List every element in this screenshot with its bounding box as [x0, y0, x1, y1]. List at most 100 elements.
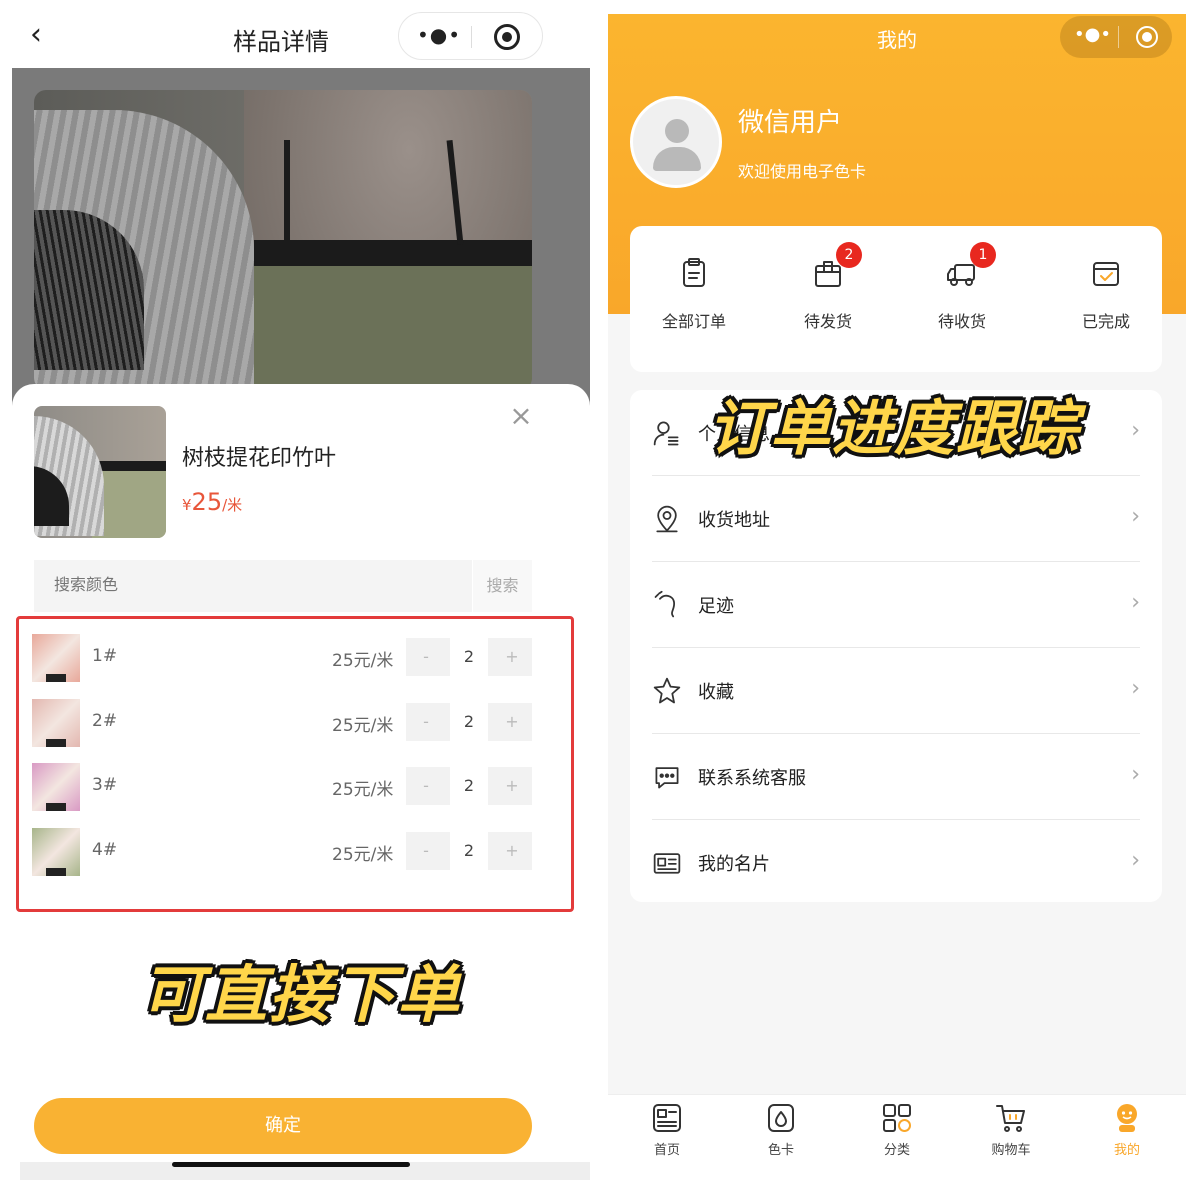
decrease-button[interactable]: - — [406, 832, 446, 870]
location-pin-icon — [652, 504, 682, 534]
truck-icon: 1 — [944, 242, 996, 292]
footprint-icon — [652, 590, 682, 620]
tab-label: 购物车 — [991, 1143, 1031, 1158]
order-status-2[interactable]: 1 待收货 — [912, 242, 1012, 332]
quantity-stepper: -2 + — [406, 831, 532, 870]
count-badge: 2 — [836, 242, 862, 268]
sample-detail-screen: ‹ 样品详情 •●• × 树枝提花印竹叶 ¥25/米 搜索颜色 搜索 1# 25… — [12, 0, 590, 1190]
tab-label: 我的 — [1113, 1143, 1140, 1158]
color-price: 25元/米 — [332, 780, 394, 800]
avatar[interactable] — [630, 96, 722, 188]
package-icon: 2 — [810, 242, 862, 292]
quantity-value[interactable]: 2 — [450, 638, 488, 676]
color-row: 3# 25元/米 -2 + — [32, 761, 542, 813]
product-photo — [34, 90, 532, 390]
order-status-label: 待发货 — [803, 312, 852, 331]
tab-label: 首页 — [653, 1143, 680, 1158]
order-status-1[interactable]: 2 待发货 — [778, 242, 878, 332]
menu-item-label: 足迹 — [698, 596, 734, 617]
miniprogram-capsule: •●• — [1060, 16, 1172, 58]
color-search-bar: 搜索 — [34, 560, 532, 612]
more-icon[interactable]: •●• — [417, 23, 461, 47]
tab-category[interactable]: 分类 — [852, 1101, 942, 1158]
product-name: 树枝提花印竹叶 — [182, 446, 337, 471]
order-status-label: 全部订单 — [661, 312, 726, 331]
decrease-button[interactable]: - — [406, 638, 446, 676]
increase-button[interactable]: + — [492, 832, 532, 870]
product-thumbnail — [34, 406, 166, 538]
order-status-label: 已完成 — [1081, 312, 1130, 331]
color-row: 1# 25元/米 -2 + — [32, 632, 542, 684]
menu-item-label: 收货地址 — [698, 510, 770, 531]
menu-item[interactable]: 联系系统客服 › — [652, 734, 1140, 820]
profile-screen: 我的 •●• 微信用户 欢迎使用电子色卡 全部订单 2 待发货 1 待收货 已完成 个人信… — [608, 14, 1186, 1188]
miniprogram-capsule: •●• — [398, 12, 543, 60]
more-icon[interactable]: •●• — [1074, 24, 1111, 45]
product-price: ¥25/米 — [182, 488, 243, 516]
profile-icon — [1110, 1101, 1144, 1135]
quantity-stepper: -2 + — [406, 638, 532, 676]
welcome-text: 欢迎使用电子色卡 — [738, 162, 867, 181]
color-swatch[interactable] — [32, 763, 80, 811]
chevron-right-icon: › — [1131, 676, 1140, 701]
tab-cart[interactable]: 购物车 — [966, 1101, 1056, 1158]
home-icon — [650, 1101, 684, 1135]
color-swatch[interactable] — [32, 634, 80, 682]
menu-item-label: 收藏 — [698, 682, 734, 703]
promo-caption: 订单进度跟踪 — [708, 394, 1080, 464]
quantity-value[interactable]: 2 — [450, 702, 488, 741]
chevron-right-icon: › — [1131, 762, 1140, 787]
tab-home[interactable]: 首页 — [622, 1101, 712, 1158]
color-swatch[interactable] — [32, 827, 80, 876]
chat-bubble-icon — [652, 762, 682, 792]
tab-label: 分类 — [883, 1143, 910, 1158]
color-price: 25元/米 — [332, 844, 394, 865]
business-card-icon — [652, 848, 682, 878]
decrease-button[interactable]: - — [406, 767, 446, 805]
color-row: 4# 25元/米 -2 + — [32, 826, 542, 878]
tab-profile[interactable]: 我的 — [1082, 1101, 1172, 1158]
menu-item[interactable]: 收藏 › — [652, 648, 1140, 734]
search-button[interactable]: 搜索 — [472, 560, 532, 612]
order-status-0[interactable]: 全部订单 — [644, 256, 744, 332]
order-status-3[interactable]: 已完成 — [1056, 256, 1156, 332]
color-price: 25元/米 — [332, 715, 394, 736]
chevron-right-icon: › — [1131, 590, 1140, 615]
color-label: 3# — [92, 775, 118, 795]
decrease-button[interactable]: - — [406, 703, 446, 741]
menu-item[interactable]: 足迹 › — [652, 562, 1140, 648]
order-status-label: 待收货 — [937, 312, 986, 331]
color-row: 2# 25元/米 -2 + — [32, 697, 542, 749]
close-miniprogram-icon[interactable] — [1136, 26, 1158, 48]
close-miniprogram-icon[interactable] — [494, 24, 520, 50]
order-status-card: 全部订单 2 待发货 1 待收货 已完成 — [630, 226, 1162, 372]
menu-item-label: 我的名片 — [698, 854, 770, 875]
calendar-check-icon — [1088, 256, 1124, 292]
user-list-icon — [652, 418, 682, 448]
count-badge: 1 — [970, 242, 996, 268]
increase-button[interactable]: + — [492, 767, 532, 805]
tab-bar: 首页 色卡 分类 购物车 我的 — [608, 1094, 1186, 1188]
dimmed-backdrop[interactable] — [12, 68, 590, 408]
quantity-stepper: -2 + — [406, 702, 532, 741]
chevron-right-icon: › — [1131, 504, 1140, 529]
menu-item[interactable]: 收货地址 › — [652, 476, 1140, 562]
menu-item-label: 联系系统客服 — [698, 768, 806, 789]
color-price: 25元/米 — [332, 651, 394, 671]
increase-button[interactable]: + — [492, 703, 532, 741]
color-swatch[interactable] — [32, 698, 80, 747]
confirm-button[interactable]: 确定 — [34, 1098, 532, 1154]
chevron-right-icon: › — [1131, 848, 1140, 873]
tab-color-card[interactable]: 色卡 — [736, 1101, 826, 1158]
user-name: 微信用户 — [738, 108, 843, 138]
home-indicator — [172, 1162, 410, 1167]
quantity-value[interactable]: 2 — [450, 831, 488, 870]
color-search-input[interactable] — [54, 575, 434, 594]
menu-item[interactable]: 我的名片 › — [652, 820, 1140, 906]
color-label: 1# — [92, 646, 118, 666]
increase-button[interactable]: + — [492, 638, 532, 676]
category-icon — [880, 1101, 914, 1135]
promo-caption: 可直接下单 — [140, 958, 461, 1031]
quantity-value[interactable]: 2 — [450, 767, 488, 805]
close-icon[interactable]: × — [507, 402, 535, 430]
